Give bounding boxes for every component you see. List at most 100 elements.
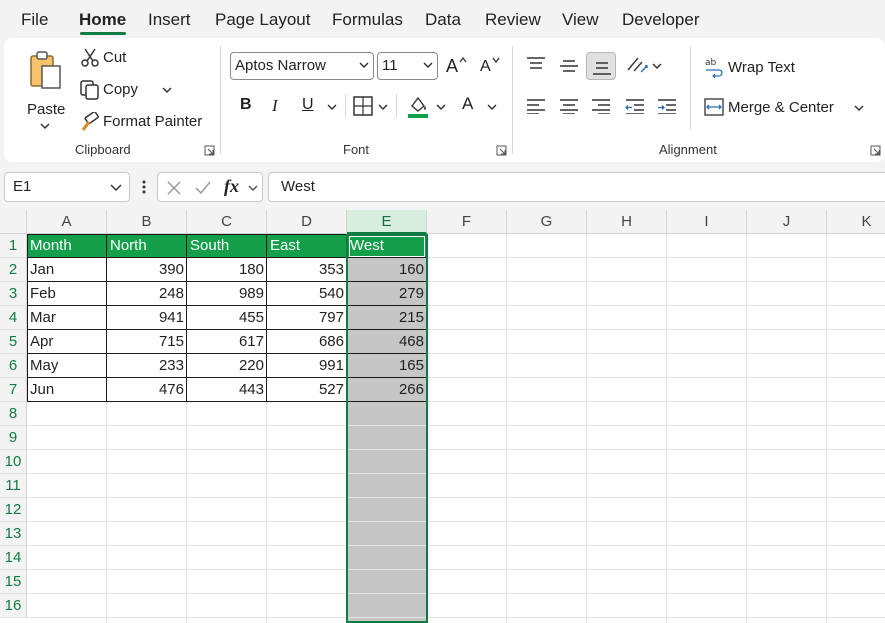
italic-button[interactable]: I [272, 96, 278, 116]
table-cell[interactable]: 941 [107, 306, 187, 330]
row-header[interactable]: 1 [0, 234, 27, 258]
table-cell[interactable]: Apr [27, 330, 107, 354]
tab-data[interactable]: Data [425, 10, 461, 30]
table-cell[interactable]: 443 [187, 378, 267, 402]
increase-font-size-button[interactable]: A [444, 54, 468, 80]
underline-button[interactable]: U [302, 96, 314, 114]
chevron-down-icon[interactable] [487, 104, 497, 111]
tab-file[interactable]: File [21, 10, 48, 30]
tab-page-layout[interactable]: Page Layout [215, 10, 310, 30]
column-header[interactable]: B [107, 210, 187, 234]
more-options-icon[interactable] [142, 180, 146, 194]
row-header[interactable]: 3 [0, 282, 27, 306]
row-header[interactable]: 6 [0, 354, 27, 378]
enter-check-icon[interactable] [194, 180, 212, 196]
table-cell[interactable]: 476 [107, 378, 187, 402]
font-color-button[interactable]: A [462, 94, 473, 114]
table-cell[interactable]: 617 [187, 330, 267, 354]
tab-formulas[interactable]: Formulas [332, 10, 403, 30]
table-cell[interactable]: 686 [267, 330, 347, 354]
header-cell[interactable]: Month [27, 234, 107, 258]
column-header[interactable]: E [347, 210, 427, 234]
tab-view[interactable]: View [562, 10, 599, 30]
font-name-select[interactable]: Aptos Narrow [230, 52, 374, 80]
cut-button[interactable]: Cut [78, 46, 138, 70]
decrease-font-size-button[interactable]: A [478, 54, 502, 80]
table-cell[interactable]: 797 [267, 306, 347, 330]
row-header[interactable]: 2 [0, 258, 27, 282]
row-header[interactable]: 7 [0, 378, 27, 402]
formula-input[interactable]: West [268, 172, 885, 202]
table-cell[interactable]: 989 [187, 282, 267, 306]
table-cell[interactable]: Jun [27, 378, 107, 402]
row-header[interactable]: 14 [0, 546, 27, 570]
table-cell[interactable]: 248 [107, 282, 187, 306]
dialog-launcher-icon[interactable] [870, 145, 881, 156]
decrease-indent-icon[interactable] [625, 98, 645, 114]
row-header[interactable]: 8 [0, 402, 27, 426]
name-box[interactable]: E1 [4, 172, 130, 202]
chevron-down-icon[interactable] [652, 63, 662, 70]
column-header[interactable]: G [507, 210, 587, 234]
align-top-icon[interactable] [526, 56, 546, 72]
tab-review[interactable]: Review [485, 10, 541, 30]
format-painter-button[interactable]: Format Painter [78, 110, 208, 134]
dialog-launcher-icon[interactable] [204, 145, 215, 156]
column-header[interactable]: K [827, 210, 885, 234]
column-header[interactable]: I [667, 210, 747, 234]
align-center-icon[interactable] [559, 98, 579, 114]
fill-color-icon[interactable] [406, 94, 430, 118]
row-header[interactable]: 16 [0, 594, 27, 618]
row-header[interactable]: 12 [0, 498, 27, 522]
header-cell[interactable]: North [107, 234, 187, 258]
table-cell[interactable]: 180 [187, 258, 267, 282]
bold-button[interactable]: B [240, 96, 252, 114]
chevron-down-icon[interactable] [378, 104, 388, 111]
cancel-icon[interactable] [166, 180, 182, 196]
table-cell[interactable]: 353 [267, 258, 347, 282]
column-header[interactable]: C [187, 210, 267, 234]
select-all-corner[interactable] [0, 210, 27, 234]
table-cell[interactable]: Jan [27, 258, 107, 282]
table-cell[interactable]: Feb [27, 282, 107, 306]
insert-function-button[interactable]: fx [224, 176, 239, 197]
tab-insert[interactable]: Insert [148, 10, 191, 30]
copy-button[interactable]: Copy [78, 78, 178, 102]
row-header[interactable]: 11 [0, 474, 27, 498]
align-right-icon[interactable] [591, 98, 611, 114]
align-bottom-button[interactable] [586, 52, 616, 80]
align-left-icon[interactable] [526, 98, 546, 114]
font-size-select[interactable]: 11 [377, 52, 438, 80]
column-header[interactable]: J [747, 210, 827, 234]
table-cell[interactable]: 540 [267, 282, 347, 306]
paste-button[interactable]: Paste [22, 46, 68, 130]
column-header[interactable]: A [27, 210, 107, 234]
dialog-launcher-icon[interactable] [496, 145, 507, 156]
tab-home[interactable]: Home [79, 10, 126, 30]
table-cell[interactable]: 991 [267, 354, 347, 378]
column-header[interactable]: D [267, 210, 347, 234]
merge-center-button[interactable]: Merge & Center [702, 94, 872, 120]
row-header[interactable]: 5 [0, 330, 27, 354]
chevron-down-icon[interactable] [436, 104, 446, 111]
table-cell[interactable]: Mar [27, 306, 107, 330]
table-cell[interactable]: 233 [107, 354, 187, 378]
table-cell[interactable]: 220 [187, 354, 267, 378]
row-header[interactable]: 9 [0, 426, 27, 450]
table-cell[interactable]: 715 [107, 330, 187, 354]
increase-indent-icon[interactable] [657, 98, 677, 114]
column-header[interactable]: F [427, 210, 507, 234]
table-cell[interactable]: May [27, 354, 107, 378]
header-cell[interactable]: South [187, 234, 267, 258]
header-cell[interactable]: East [267, 234, 347, 258]
column-header[interactable]: H [587, 210, 667, 234]
borders-icon[interactable] [353, 96, 373, 116]
tab-developer[interactable]: Developer [622, 10, 700, 30]
orientation-icon[interactable] [625, 54, 649, 76]
chevron-down-icon[interactable] [327, 104, 337, 111]
table-cell[interactable]: 390 [107, 258, 187, 282]
row-header[interactable]: 13 [0, 522, 27, 546]
row-header[interactable]: 10 [0, 450, 27, 474]
table-cell[interactable]: 455 [187, 306, 267, 330]
align-middle-icon[interactable] [559, 58, 579, 74]
